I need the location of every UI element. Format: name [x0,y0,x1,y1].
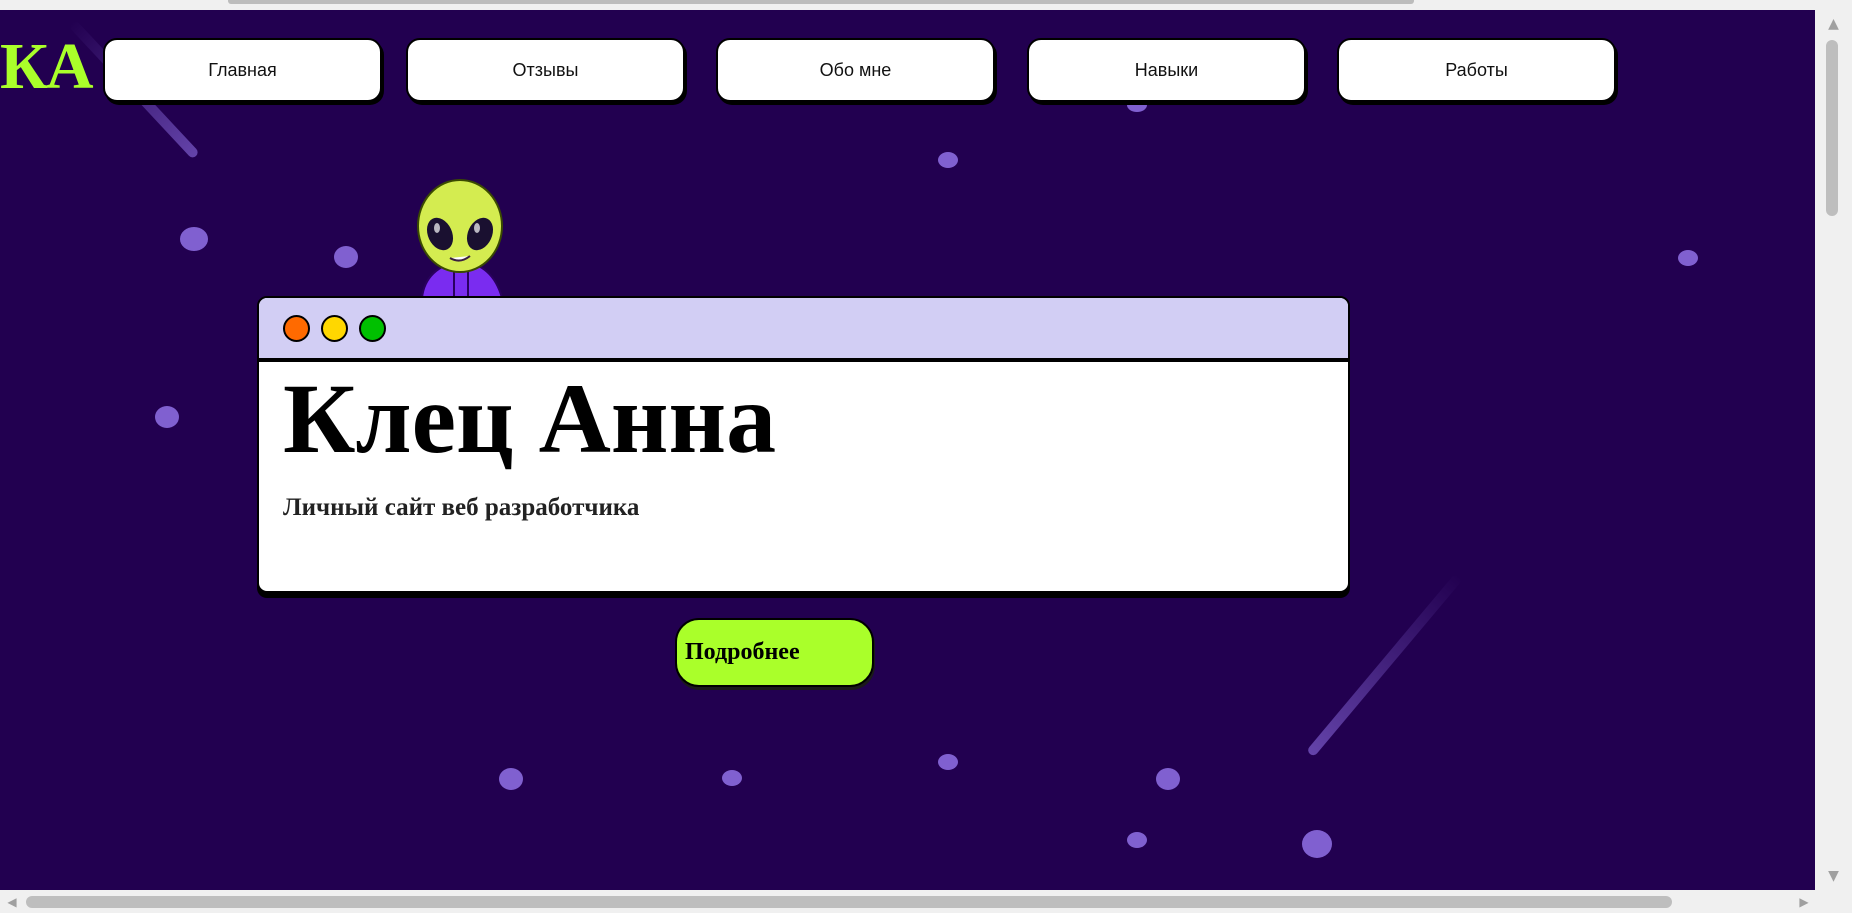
scroll-left-arrow-icon[interactable]: ◀ [0,890,24,913]
scroll-down-arrow-icon[interactable]: ▼ [1815,864,1852,888]
star-decoration [938,152,958,168]
window-minimize-icon[interactable] [321,315,348,342]
page-viewport: КА Главная Отзывы Обо мне Навыки Работы … [0,10,1815,890]
browser-screen: КА Главная Отзывы Обо мне Навыки Работы … [0,0,1852,913]
nav-item-home[interactable]: Главная [103,38,382,102]
site-logo[interactable]: КА [0,34,94,100]
window-close-icon[interactable] [283,315,310,342]
nav-item-reviews[interactable]: Отзывы [406,38,685,102]
star-decoration [1678,250,1698,266]
hero-window: Клец Анна Личный сайт веб разработчика [257,296,1350,593]
hero-subtitle: Личный сайт веб разработчика [283,494,640,521]
nav-item-works[interactable]: Работы [1337,38,1616,102]
star-decoration [938,754,958,770]
star-decoration [180,227,208,251]
star-decoration [499,768,523,790]
star-decoration [722,770,742,786]
horizontal-scrollbar-thumb[interactable] [26,896,1672,908]
star-decoration [1156,768,1180,790]
comet-trail [1306,573,1463,758]
nav-item-skills[interactable]: Навыки [1027,38,1306,102]
star-decoration [334,246,358,268]
top-edge-bar [0,0,1852,10]
more-button[interactable]: Подробнее [675,618,874,687]
horizontal-scrollbar[interactable]: ◀ ▶ [0,890,1852,913]
window-title-bar [259,298,1348,362]
window-maximize-icon[interactable] [359,315,386,342]
star-decoration [1127,832,1147,848]
scroll-right-arrow-icon[interactable]: ▶ [1792,890,1816,913]
vertical-scrollbar-thumb[interactable] [1826,40,1838,216]
top-edge-thumb [228,0,1414,4]
alien-mascot-icon [417,179,504,298]
scroll-up-arrow-icon[interactable]: ▲ [1815,12,1852,36]
star-decoration [155,406,179,428]
nav-item-about[interactable]: Обо мне [716,38,995,102]
star-decoration [1302,830,1332,858]
hero-title: Клец Анна [283,363,777,474]
